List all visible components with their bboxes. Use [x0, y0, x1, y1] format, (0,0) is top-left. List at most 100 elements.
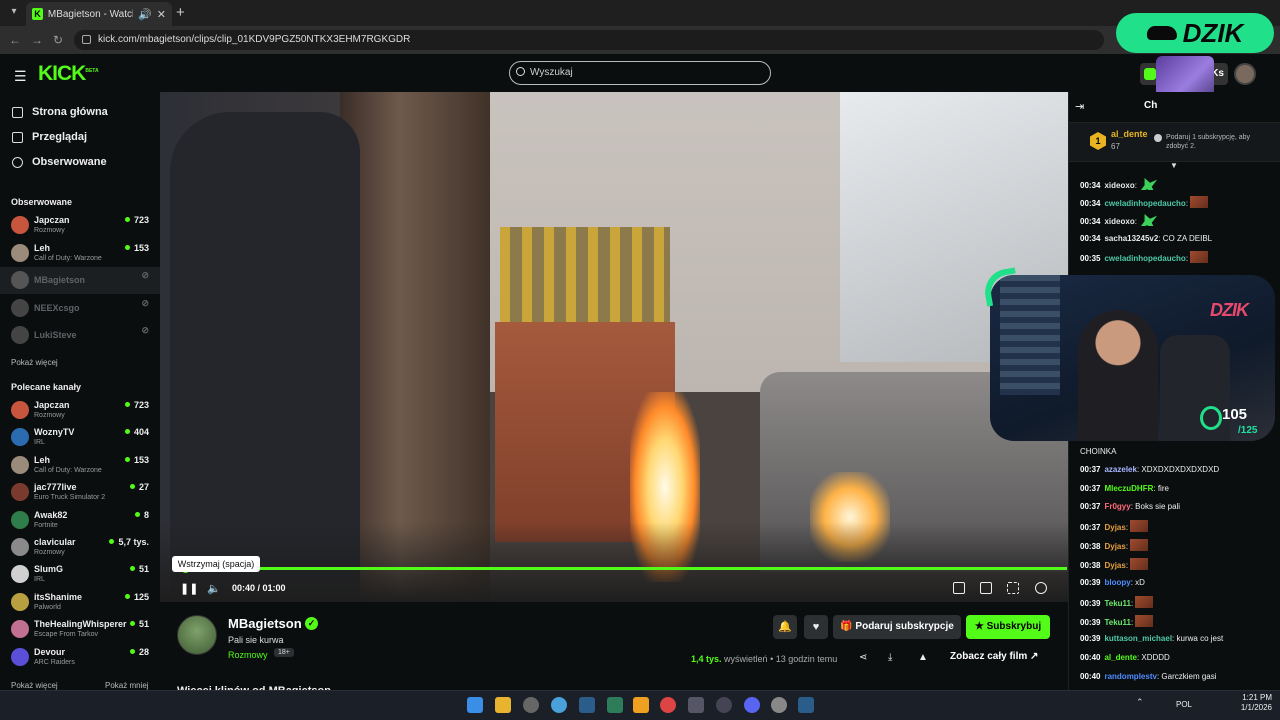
- app-icon-2[interactable]: [551, 697, 567, 713]
- collapse-chat-icon[interactable]: ⇥: [1075, 100, 1084, 113]
- language-indicator[interactable]: POL: [1176, 700, 1192, 709]
- steam-icon-2[interactable]: [798, 697, 814, 713]
- chat-username[interactable]: kuttason_michael: [1104, 634, 1172, 643]
- recommended-channel[interactable]: TheHealingWhisperer Escape From Tarkov 51: [0, 616, 160, 643]
- fullscreen-icon[interactable]: [1007, 582, 1019, 594]
- followed-channel[interactable]: NEEXcsgo ⊘: [0, 295, 160, 322]
- recommended-channel[interactable]: clavicular Rozmowy 5,7 tys.: [0, 534, 160, 561]
- search-placeholder: Wyszukaj: [530, 67, 573, 78]
- channel-name[interactable]: MBagietson: [228, 616, 302, 631]
- speaker-icon[interactable]: 🔊: [138, 8, 152, 21]
- settings-app-icon[interactable]: [771, 697, 787, 713]
- recommended-channel[interactable]: SlumG IRL 51: [0, 561, 160, 588]
- chat-emote-icon: [1135, 596, 1154, 608]
- notification-bell-button[interactable]: 🔔: [773, 615, 797, 639]
- volume-icon[interactable]: 🔈: [207, 582, 221, 595]
- chat-username[interactable]: Dyjas: [1104, 523, 1125, 532]
- chrome-icon[interactable]: [660, 697, 676, 713]
- search-icon: [516, 67, 525, 76]
- settings-icon[interactable]: [1035, 582, 1047, 594]
- excel-icon[interactable]: [607, 697, 623, 713]
- followed-channel[interactable]: Japczan Rozmowy 723: [0, 212, 160, 239]
- site-info-icon[interactable]: [82, 35, 91, 44]
- steam-icon[interactable]: [579, 697, 595, 713]
- recommended-channel[interactable]: Leh Call of Duty: Warzone 153: [0, 452, 160, 479]
- menu-icon[interactable]: ☰: [14, 68, 27, 85]
- nav-home[interactable]: Strona główna: [12, 103, 108, 121]
- chat-username[interactable]: Dyjas: [1104, 542, 1125, 551]
- video-player[interactable]: [160, 92, 1068, 602]
- nav-following-label: Obserwowane: [32, 156, 107, 168]
- recommended-channel[interactable]: itsShanime Palworld 125: [0, 589, 160, 616]
- clip-stats: 1,4 tys. wyświetleń • 13 godzin temu: [691, 654, 837, 664]
- share-icon[interactable]: ⋖: [859, 652, 867, 663]
- followed-channel[interactable]: Leh Call of Duty: Warzone 153: [0, 240, 160, 267]
- channel-avatar[interactable]: [177, 615, 217, 655]
- subscribe-button[interactable]: ★ Subskrybuj: [966, 615, 1050, 639]
- url-field[interactable]: kick.com/mbagietson/clips/clip_01KDV9PGZ…: [74, 30, 1104, 50]
- theater-mode-icon[interactable]: [980, 582, 992, 594]
- chat-username[interactable]: sacha13245v2: [1104, 234, 1158, 243]
- report-icon[interactable]: ▲: [918, 652, 928, 663]
- chat-username[interactable]: xideoxo: [1104, 217, 1134, 226]
- followed-channel[interactable]: MBagietson ⊘: [0, 267, 160, 294]
- back-icon[interactable]: ←: [9, 33, 21, 47]
- close-tab-icon[interactable]: ✕: [157, 8, 166, 21]
- video-progress-bar[interactable]: [173, 567, 1067, 570]
- reload-icon[interactable]: ↻: [53, 33, 63, 47]
- webcam-dzik-logo: DZIK: [1210, 300, 1249, 320]
- app-icon-4[interactable]: [688, 697, 704, 713]
- chat-timestamp: 00:34: [1080, 199, 1101, 208]
- nav-following[interactable]: Obserwowane: [12, 153, 107, 171]
- search-input[interactable]: Wyszukaj: [509, 61, 771, 85]
- recommended-channel[interactable]: Japczan Rozmowy 723: [0, 397, 160, 424]
- expand-pinned-icon[interactable]: ▼: [1170, 161, 1178, 170]
- chat-username[interactable]: azazelek: [1104, 465, 1136, 474]
- followed-show-more[interactable]: Pokaż więcej: [11, 358, 58, 367]
- app-icon-5[interactable]: [716, 697, 732, 713]
- discord-icon[interactable]: [744, 697, 760, 713]
- file-explorer-icon[interactable]: [495, 697, 511, 713]
- chat-username[interactable]: cweladinhopedaucho: [1104, 199, 1185, 208]
- recommended-channel[interactable]: Awak82 Fortnite 8: [0, 507, 160, 534]
- user-avatar[interactable]: [1234, 63, 1256, 85]
- browser-tab[interactable]: K MBagietson - Watch clips o 🔊 ✕: [26, 2, 172, 26]
- recommended-channel[interactable]: WoznyTV IRL 404: [0, 424, 160, 451]
- app-icon-3[interactable]: [633, 697, 649, 713]
- chat-username[interactable]: xideoxo: [1104, 181, 1134, 190]
- follow-heart-button[interactable]: ♥: [804, 615, 828, 639]
- recommended-channel[interactable]: jac777live Euro Truck Simulator 2 27: [0, 479, 160, 506]
- video-frame-trophies: [500, 227, 670, 322]
- app-icon[interactable]: [523, 697, 539, 713]
- chat-username[interactable]: Teku11: [1104, 599, 1131, 608]
- watch-full-video-link[interactable]: Zobacz cały film ↗: [950, 651, 1038, 662]
- chat-text: xD: [1135, 578, 1145, 587]
- download-icon[interactable]: ⤓: [888, 652, 892, 663]
- tray-chevron-icon[interactable]: ⌃: [1136, 697, 1144, 708]
- chat-username[interactable]: Fr0gyy: [1104, 502, 1130, 511]
- chat-username[interactable]: cweladinhopedaucho: [1104, 254, 1185, 263]
- chat-username[interactable]: MleczuDHFR: [1104, 484, 1153, 493]
- chat-username[interactable]: bloopy: [1104, 578, 1130, 587]
- followed-channel[interactable]: LukiSteve ⊘: [0, 322, 160, 349]
- clip-category[interactable]: Rozmowy: [228, 650, 268, 660]
- recommended-show-less[interactable]: Pokaż mniej: [105, 681, 149, 690]
- recommended-channel[interactable]: Devour ARC Raiders 28: [0, 644, 160, 671]
- start-icon[interactable]: [467, 697, 483, 713]
- chat-username[interactable]: Teku11: [1104, 618, 1131, 627]
- forward-icon[interactable]: →: [31, 33, 43, 47]
- taskbar-clock[interactable]: 1:21 PM 1/1/2026: [1232, 693, 1272, 713]
- chat-text: CHOINKA: [1080, 447, 1117, 456]
- chat-username[interactable]: al_dente: [1104, 653, 1136, 662]
- kick-logo[interactable]: KICKBETA: [38, 62, 99, 86]
- chat-username[interactable]: Dyjas: [1104, 561, 1125, 570]
- recommended-show-more[interactable]: Pokaż więcej: [11, 681, 58, 690]
- pause-icon[interactable]: ❚❚: [180, 582, 198, 595]
- nav-browse[interactable]: Przeglądaj: [12, 128, 87, 146]
- tab-search-icon[interactable]: ▾: [6, 6, 22, 20]
- chat-message: 00:37 MleczuDHFR: fire: [1080, 483, 1275, 495]
- chat-username[interactable]: randomplestv: [1104, 672, 1156, 681]
- new-tab-icon[interactable]: +: [176, 4, 185, 21]
- pip-icon[interactable]: [953, 582, 965, 594]
- gift-subscription-button[interactable]: 🎁 Podaruj subskrypcje: [833, 615, 961, 639]
